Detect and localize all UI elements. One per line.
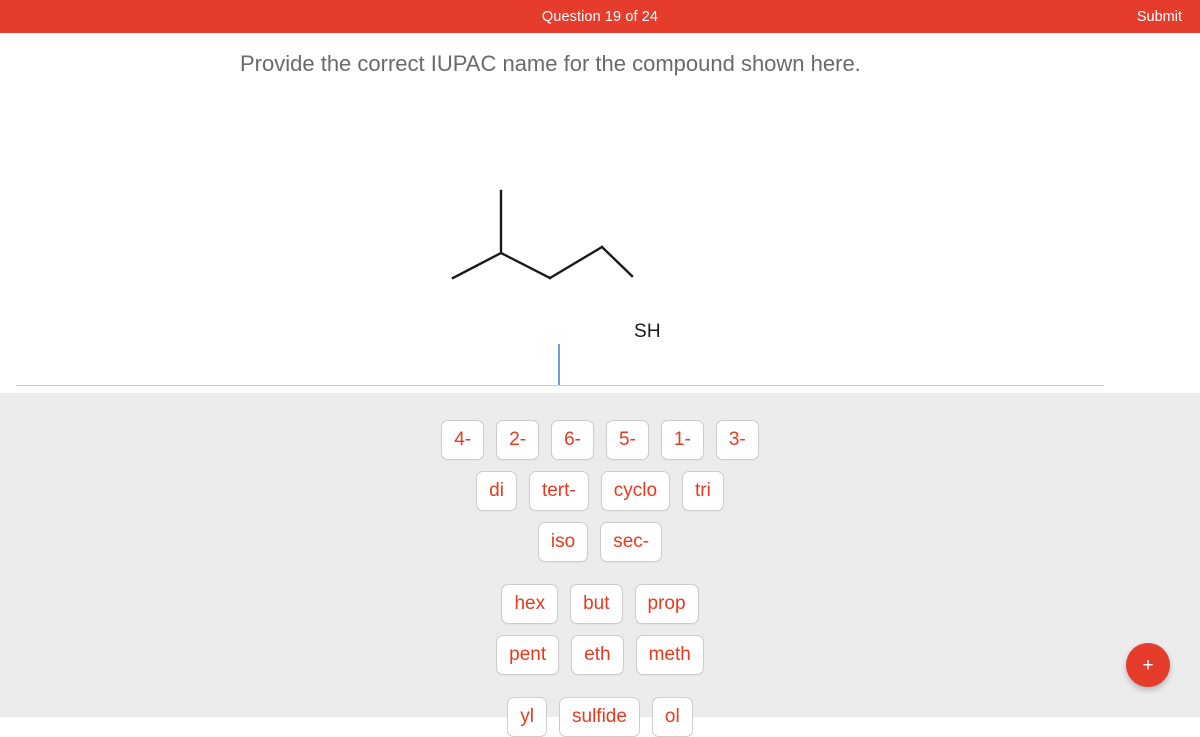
answer-underline	[16, 385, 1104, 386]
top-bar: Question 19 of 24 Submit	[0, 0, 1200, 33]
token-button[interactable]: eth	[571, 635, 624, 675]
token-button[interactable]: 2-	[496, 420, 540, 460]
token-button[interactable]: hex	[501, 584, 559, 624]
token-button[interactable]: di	[476, 471, 517, 511]
token-button[interactable]: sec-	[600, 522, 663, 562]
molecule-structure: SH	[0, 93, 1200, 342]
token-row: di tert- cyclo tri	[0, 471, 1200, 511]
submit-button[interactable]: Submit	[1137, 9, 1182, 25]
token-button[interactable]: tri	[682, 471, 724, 511]
page-title: Question 19 of 24	[541, 8, 659, 25]
bond-c4-sh	[600, 245, 634, 278]
bond-c2-c3	[499, 251, 552, 280]
bond-c3-c4	[548, 245, 604, 280]
add-button[interactable]: +	[1126, 643, 1170, 687]
token-row: pent eth meth	[0, 635, 1200, 675]
token-button[interactable]: meth	[635, 635, 704, 675]
token-button[interactable]: 5-	[606, 420, 649, 460]
token-button[interactable]: sulfide	[559, 697, 640, 737]
token-row: yl sulfide ol	[0, 697, 1200, 737]
token-button[interactable]: 3-	[715, 420, 759, 460]
plus-icon: +	[1142, 654, 1154, 676]
token-button[interactable]: cyclo	[600, 471, 671, 511]
bond-lines	[451, 189, 634, 280]
molecule-svg	[451, 189, 634, 280]
token-button[interactable]: yl	[507, 697, 547, 737]
token-button[interactable]: 6-	[551, 420, 594, 460]
token-palette: 4- 2- 6- 5- 1- 3- di tert- cyclo tri iso…	[0, 393, 1200, 737]
text-caret	[558, 344, 560, 386]
question-pane: Provide the correct IUPAC name for the c…	[0, 33, 1200, 393]
token-rows: 4- 2- 6- 5- 1- 3- di tert- cyclo tri iso…	[0, 393, 1200, 737]
token-button[interactable]: iso	[537, 522, 589, 562]
token-button[interactable]: tert-	[528, 471, 589, 511]
token-button[interactable]: prop	[634, 584, 699, 624]
token-button[interactable]: but	[570, 584, 623, 624]
question-prompt: Provide the correct IUPAC name for the c…	[240, 51, 861, 76]
token-row: hex but prop	[0, 584, 1200, 624]
token-button[interactable]: 1-	[660, 420, 704, 460]
token-row: iso sec-	[0, 522, 1200, 562]
answer-input[interactable]	[16, 338, 1104, 386]
token-button[interactable]: pent	[496, 635, 560, 675]
bond-c1-c2	[451, 251, 503, 280]
token-row: 4- 2- 6- 5- 1- 3-	[0, 420, 1200, 460]
token-button[interactable]: ol	[651, 697, 693, 737]
token-button[interactable]: 4-	[441, 420, 485, 460]
